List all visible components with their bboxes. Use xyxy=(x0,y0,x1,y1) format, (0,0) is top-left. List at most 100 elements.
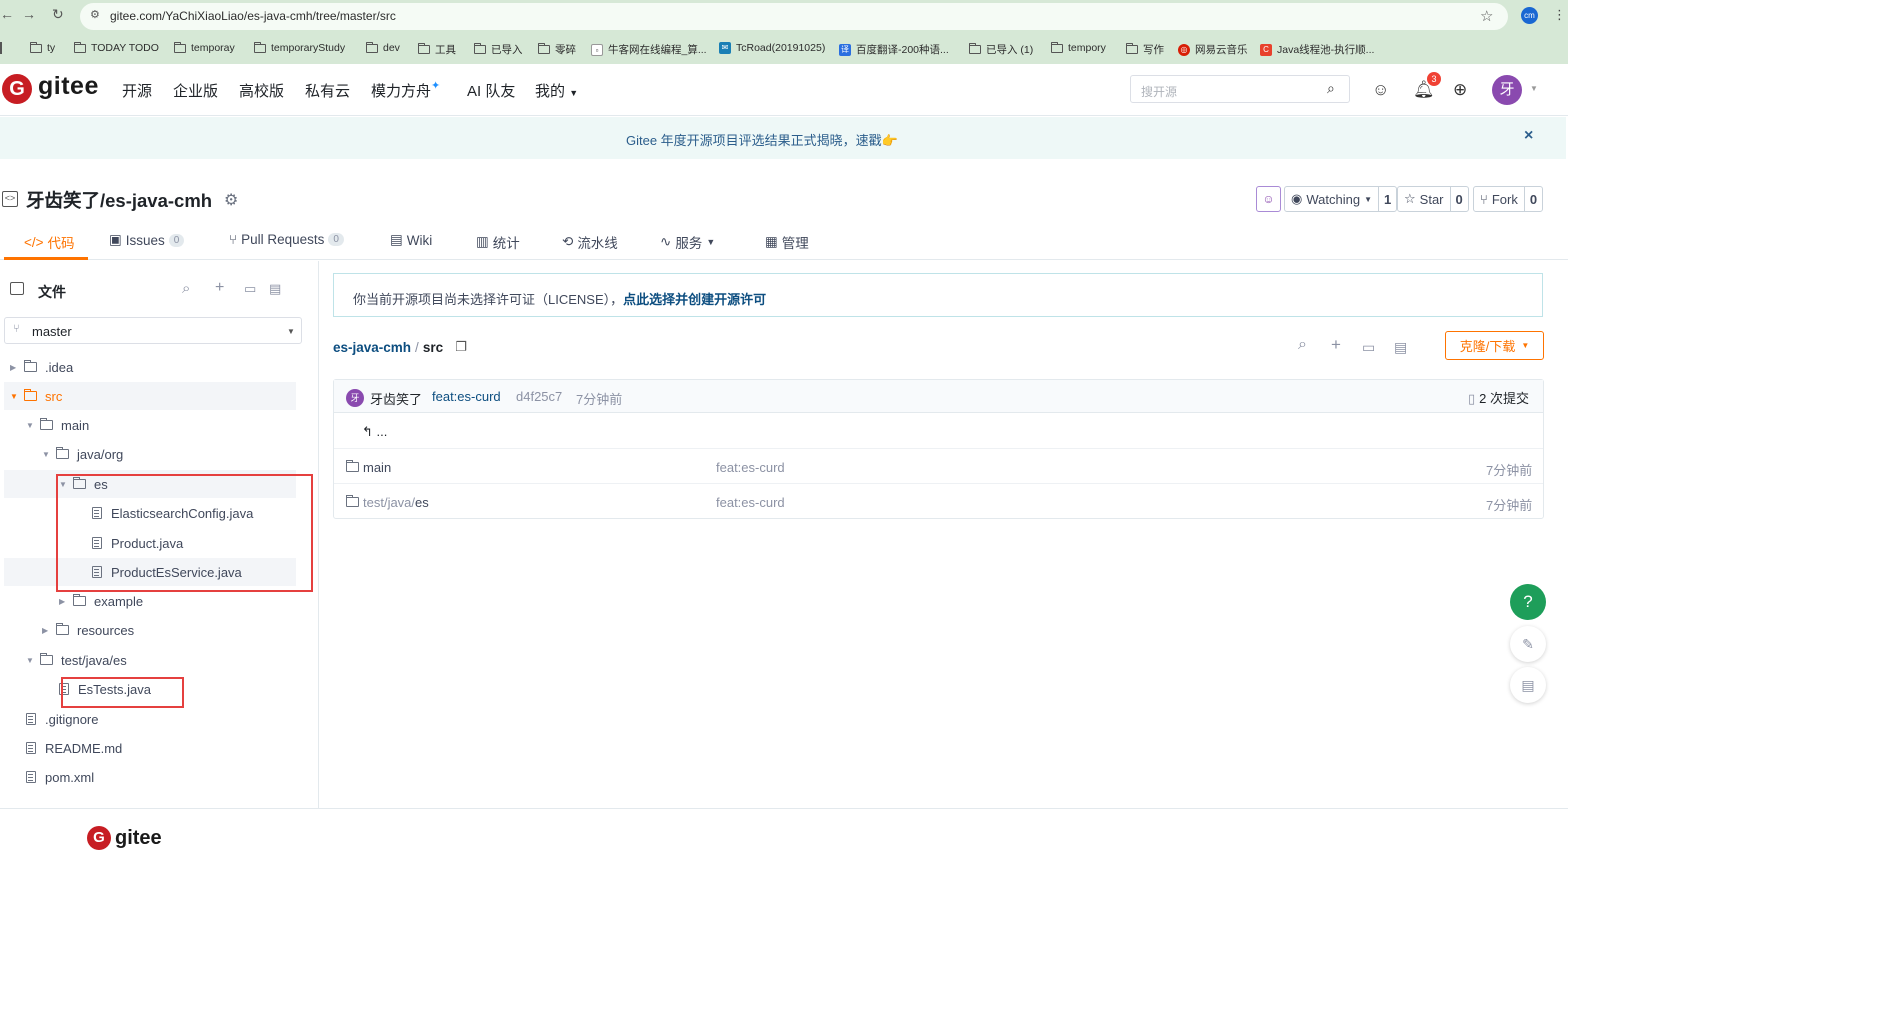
tab-manage[interactable]: ▦ 管理 xyxy=(765,232,809,252)
bookmark-item[interactable]: ◎ 网易云音乐 xyxy=(1178,42,1248,57)
bookmark-item[interactable]: TODAY TODO xyxy=(74,41,159,54)
plus-circle-icon[interactable]: ⊕ xyxy=(1453,80,1467,100)
bookmark-item[interactable]: 写作 xyxy=(1126,42,1164,57)
search-icon[interactable]: ⌕ xyxy=(1327,80,1335,97)
nav-private-cloud[interactable]: 私有云 xyxy=(305,80,350,101)
close-icon[interactable]: × xyxy=(1524,127,1533,145)
parent-dir-link[interactable]: ↰ ... xyxy=(362,424,387,440)
bookmark-item[interactable]: 译百度翻译-200种语... xyxy=(839,42,949,57)
commit-hash[interactable]: d4f25c7 xyxy=(516,389,562,404)
nav-opensource[interactable]: 开源 xyxy=(122,80,152,101)
commit-count[interactable]: ▯ 2 次提交 xyxy=(1468,388,1529,407)
table-row[interactable]: test/java/es feat:es-curd 7分钟前 xyxy=(334,484,1543,519)
tree-item-folder[interactable]: ▶ resources xyxy=(42,617,134,643)
banner-text[interactable]: Gitee 年度开源项目评选结果正式揭晓，速戳👉 xyxy=(626,130,898,149)
avatar[interactable]: 牙 xyxy=(346,389,364,407)
search-input[interactable]: 搜开源 ⌕ xyxy=(1130,75,1350,103)
gitee-logo-icon[interactable]: G xyxy=(2,74,32,104)
search-icon[interactable]: ⌕ xyxy=(1298,336,1307,354)
site-info-icon[interactable]: ⚙ xyxy=(90,8,100,21)
tab-services[interactable]: ∿ 服务 ▼ xyxy=(660,232,715,252)
bookmark-item[interactable]: 已导入 xyxy=(474,42,523,57)
star-icon: ☆ xyxy=(1404,191,1416,206)
nav-education[interactable]: 高校版 xyxy=(239,80,284,101)
monitor-icon[interactable]: ▭ xyxy=(244,281,256,297)
repo-title[interactable]: 牙齿笑了/es-java-cmh xyxy=(26,187,212,213)
file-name[interactable]: main xyxy=(363,460,391,475)
nav-enterprise[interactable]: 企业版 xyxy=(173,80,218,101)
bookmark-item[interactable]: dev xyxy=(366,41,400,54)
profile-avatar[interactable]: cm xyxy=(1521,7,1538,24)
commit-author[interactable]: 牙齿笑了 xyxy=(370,389,422,408)
table-row[interactable]: ↰ ... xyxy=(334,414,1543,449)
tab-code[interactable]: </> 代码 xyxy=(24,232,75,252)
nav-mine[interactable]: 我的 ▼ xyxy=(535,80,578,101)
gitee-logo-text[interactable]: gitee xyxy=(38,72,99,101)
gvp-badge-icon[interactable]: ⚙ xyxy=(224,190,238,210)
robot-button[interactable]: ☺ xyxy=(1256,186,1281,212)
file-commit-message[interactable]: feat:es-curd xyxy=(716,495,785,510)
caret-down-icon[interactable]: ▼ xyxy=(1530,84,1538,93)
file-name[interactable]: test/java/es xyxy=(363,495,429,510)
nav-moli[interactable]: 模力方舟✦ xyxy=(371,80,440,101)
commit-message[interactable]: feat:es-curd xyxy=(432,389,501,404)
folder-icon xyxy=(174,41,186,53)
bookmark-item[interactable]: temporaryStudy xyxy=(254,41,345,54)
fork-button[interactable]: ⑂ Fork 0 xyxy=(1473,186,1544,212)
comment-icon[interactable]: ▤ xyxy=(269,281,281,297)
feedback-edit-icon[interactable]: ✎ xyxy=(1510,626,1546,662)
tree-item-folder[interactable]: ▼ main xyxy=(26,412,89,438)
tree-item-folder[interactable]: ▶ .idea xyxy=(10,354,73,380)
active-tab-indicator xyxy=(4,257,88,260)
tree-item-file[interactable]: README.md xyxy=(26,735,122,761)
star-button[interactable]: ☆ Star 0 xyxy=(1397,186,1469,212)
user-avatar[interactable]: 牙 xyxy=(1492,75,1522,105)
tab-stats[interactable]: ▥ 统计 xyxy=(476,232,520,252)
bookmark-item[interactable]: 工具 xyxy=(418,42,456,57)
bookmark-item[interactable]: tempory xyxy=(1051,41,1106,54)
tree-item-folder[interactable]: ▼ java/org xyxy=(42,441,123,467)
tab-wiki[interactable]: ▤ Wiki xyxy=(390,232,432,248)
bookmark-item[interactable]: temporay xyxy=(174,41,235,54)
bookmark-star-icon[interactable]: ☆ xyxy=(1480,7,1493,25)
bookmark-item[interactable]: 零碎 xyxy=(538,42,576,57)
footer-logo[interactable]: G gitee xyxy=(87,826,162,850)
create-license-link[interactable]: 点此选择并创建开源许可 xyxy=(623,292,766,307)
bookmark-item[interactable]: ty xyxy=(30,41,55,54)
monitor-icon[interactable]: ▭ xyxy=(1362,339,1375,356)
plus-icon[interactable]: + xyxy=(215,279,224,297)
robot-icon[interactable]: ☺ xyxy=(1372,80,1389,100)
copy-icon[interactable]: ❐ xyxy=(455,339,467,355)
table-row[interactable]: main feat:es-curd 7分钟前 xyxy=(334,449,1543,484)
comment-icon[interactable]: ▤ xyxy=(1394,339,1407,356)
browser-menu-icon[interactable]: ⋮ xyxy=(1553,7,1566,23)
nav-ai-teammate[interactable]: AI 队友 xyxy=(467,80,515,101)
tree-item-file[interactable]: .gitignore xyxy=(26,706,98,732)
address-bar[interactable]: ⚙ gitee.com/YaChiXiaoLiao/es-java-cmh/tr… xyxy=(80,3,1508,30)
chat-icon[interactable]: ▤ xyxy=(1510,667,1546,703)
search-icon[interactable]: ⌕ xyxy=(182,280,190,297)
clone-download-button[interactable]: 克隆/下载 ▼ xyxy=(1445,331,1544,360)
breadcrumb-repo[interactable]: es-java-cmh xyxy=(333,340,411,355)
browser-chrome: ← → ↻ ⚙ gitee.com/YaChiXiaoLiao/es-java-… xyxy=(0,0,1568,64)
bookmark-item[interactable]: C Java线程池-执行顺... xyxy=(1260,42,1374,57)
tree-item-file[interactable]: pom.xml xyxy=(26,764,94,790)
back-icon[interactable]: ← xyxy=(0,6,14,22)
bookmark-item[interactable]: ✉ TcRoad(20191025) xyxy=(719,42,825,54)
csdn-icon: C xyxy=(1260,43,1272,56)
bookmark-item[interactable]: 已导入 (1) xyxy=(969,42,1033,57)
watch-button[interactable]: ◉ Watching ▼ 1 xyxy=(1284,186,1398,212)
forward-icon[interactable]: → xyxy=(22,6,36,22)
collapse-sidebar-icon[interactable] xyxy=(10,282,24,295)
tree-item-folder[interactable]: ▼ test/java/es xyxy=(26,647,127,673)
tab-issues[interactable]: ▣ Issues 0 xyxy=(109,232,185,248)
tree-item-folder[interactable]: ▼ src xyxy=(10,383,62,409)
branch-selector[interactable]: ⑂ master ▼ xyxy=(4,317,302,344)
bookmark-item[interactable]: ▫ 牛客网在线编程_算... xyxy=(591,42,707,57)
tab-pipeline[interactable]: ⟲ 流水线 xyxy=(562,232,618,252)
plus-icon[interactable]: + xyxy=(1331,335,1341,355)
help-button[interactable]: ? xyxy=(1510,584,1546,620)
file-commit-message[interactable]: feat:es-curd xyxy=(716,460,785,475)
reload-icon[interactable]: ↻ xyxy=(52,6,64,23)
tab-pull-requests[interactable]: ⑂ Pull Requests 0 xyxy=(229,232,344,247)
